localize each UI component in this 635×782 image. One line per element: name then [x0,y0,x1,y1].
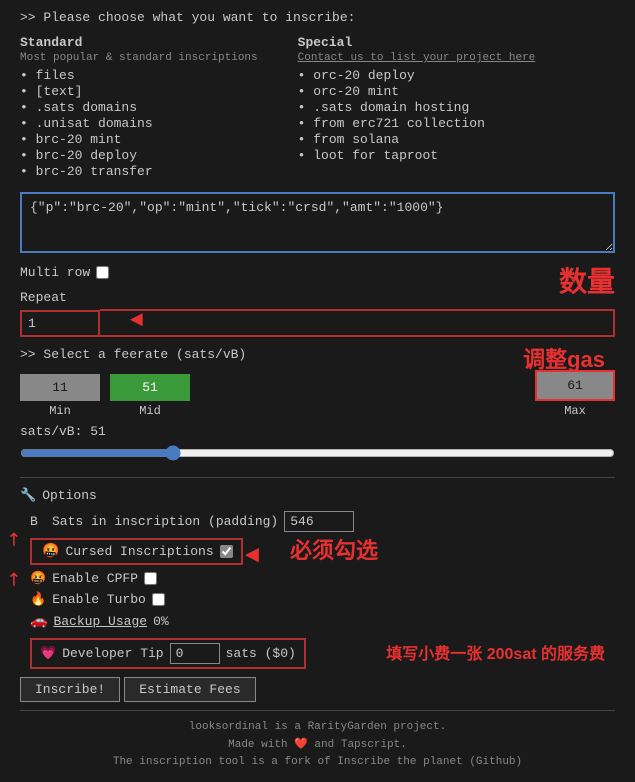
max-feerate-group: 61 Max [535,370,615,418]
list-item: loot for taproot [298,148,536,163]
footer-line2: Made with ❤️ and Tapscript. [20,737,615,755]
multirow-checkbox[interactable] [96,266,109,279]
repeat-input[interactable] [20,310,100,337]
max-feerate-label: Max [564,404,586,418]
feerate-slider[interactable] [20,445,615,461]
backup-label: Backup Usage [53,614,147,629]
standard-list: files [text] .sats domains .unisat domai… [20,68,258,179]
cpfp-label: Enable CPFP [52,571,138,586]
action-buttons: Inscribe! Estimate Fees [20,677,615,702]
options-title: Options [42,488,97,503]
dev-tip-input[interactable] [170,643,220,664]
list-item: brc-20 mint [20,132,258,147]
sats-padding-row: B Sats in inscription (padding) [20,511,615,532]
dev-tip-row: 💗 Developer Tip sats ($0) [30,638,306,669]
list-item: from solana [298,132,536,147]
footer-line3: The inscription tool is a fork of Inscri… [20,754,615,772]
dev-tip-suffix: sats ($0) [226,646,296,661]
footer-line1: looksordinal is a RarityGarden project. [20,719,615,737]
sats-padding-label: Sats in inscription (padding) [52,514,278,529]
standard-column: Standard Most popular & standard inscrip… [20,35,258,180]
repeat-bar [100,309,615,337]
option-arrow-2: ↙ [0,566,26,592]
cpfp-checkbox[interactable] [144,572,157,585]
special-column: Special Contact us to list your project … [298,35,536,180]
list-item: orc-20 deploy [298,68,536,83]
special-header: Special [298,35,536,50]
sats-vb-display: sats/vB: 51 [20,424,615,439]
turbo-checkbox[interactable] [152,593,165,606]
contact-link[interactable]: Contact us to list your project here [298,52,536,64]
service-fee-annotation: 填写小费一张 200sat 的服务费 [386,646,605,663]
footer-divider [20,710,615,711]
list-item: .sats domains [20,100,258,115]
standard-header: Standard [20,35,258,50]
cpfp-icon: 🤬 [30,571,46,586]
wrench-icon: 🔧 [20,488,36,503]
list-item: from erc721 collection [298,116,536,131]
cursed-checkbox[interactable] [220,545,233,558]
footer: looksordinal is a RarityGarden project. … [20,719,615,772]
backup-val: 0% [153,614,169,629]
mid-feerate-label: Mid [139,404,161,418]
backup-icon: 🚗 [30,613,47,630]
must-check-annotation: 必须勾选 [290,533,378,565]
sats-padding-letter: B [30,514,46,529]
list-item: files [20,68,258,83]
list-item: .unisat domains [20,116,258,131]
cpfp-row: 🤬 Enable CPFP [20,571,615,586]
min-feerate-group: 11 Min [20,374,100,418]
qty-annotation: 数量 [559,260,615,300]
cursed-label: Cursed Inscriptions [65,544,213,559]
dev-tip-icon: 💗 [40,646,56,661]
mid-feerate-button[interactable]: 51 [110,374,190,401]
list-item: brc-20 transfer [20,164,258,179]
repeat-label: Repeat [20,290,67,305]
list-item: [text] [20,84,258,99]
special-list: orc-20 deploy orc-20 mint .sats domain h… [298,68,536,163]
repeat-arrow: ◄ [130,308,143,333]
multirow-label: Multi row [20,265,90,280]
turbo-row: 🔥 Enable Turbo [20,592,615,607]
list-item: orc-20 mint [298,84,536,99]
inscribe-button[interactable]: Inscribe! [20,677,120,702]
backup-row: 🚗 Backup Usage 0% [20,613,615,630]
gas-annotation: 调整gas [523,347,605,372]
sats-padding-input[interactable] [284,511,354,532]
turbo-icon: 🔥 [30,592,46,607]
list-item: brc-20 deploy [20,148,258,163]
turbo-label: Enable Turbo [52,592,146,607]
cursed-icon: 🤬 [42,543,59,560]
dev-tip-label: Developer Tip [62,646,163,661]
special-subtext: Contact us to list your project here [298,52,536,64]
max-feerate-button[interactable]: 61 [535,370,615,401]
mid-feerate-group: 51 Mid [110,374,190,418]
list-item: .sats domain hosting [298,100,536,115]
min-feerate-label: Min [49,404,71,418]
divider-1 [20,477,615,478]
cursed-arrow: ◄ [245,543,259,570]
estimate-fees-button[interactable]: Estimate Fees [124,677,255,702]
min-feerate-button[interactable]: 11 [20,374,100,401]
inscription-input[interactable] [20,192,615,253]
standard-subtext: Most popular & standard inscriptions [20,52,258,64]
page-title: >> Please choose what you want to inscri… [20,10,615,25]
cursed-row: 🤬 Cursed Inscriptions [30,538,243,565]
